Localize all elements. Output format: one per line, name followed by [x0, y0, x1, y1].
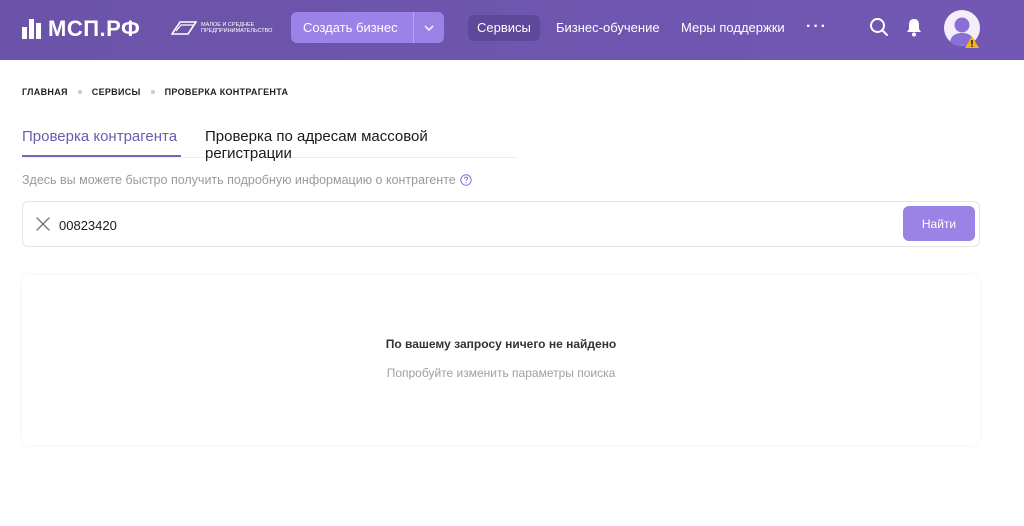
msp-logo[interactable]: МСП.РФ	[22, 16, 140, 42]
empty-result-title: По вашему запросу ничего не найдено	[385, 337, 617, 351]
breadcrumb: ГЛАВНАЯ СЕРВИСЫ ПРОВЕРКА КОНТРАГЕНТА	[22, 87, 288, 97]
tab-counterparty-check[interactable]: Проверка контрагента	[22, 128, 177, 145]
search-icon[interactable]	[868, 16, 890, 38]
nav-item-support-measures[interactable]: Меры поддержки	[681, 20, 785, 36]
chevron-down-icon[interactable]	[414, 12, 444, 43]
breadcrumb-item-services[interactable]: СЕРВИСЫ	[92, 87, 141, 97]
warning-icon	[965, 36, 979, 48]
search-input[interactable]	[59, 215, 899, 235]
flag-icon	[171, 21, 197, 35]
find-button[interactable]: Найти	[903, 206, 975, 241]
create-business-label: Создать бизнес	[303, 20, 398, 35]
logo-text: МСП.РФ	[48, 16, 141, 41]
search-box: Найти	[22, 201, 980, 247]
gov-logo[interactable]: МАЛОЕ И СРЕДНЕЕ ПРЕДПРИНИМАТЕЛЬСТВО	[171, 17, 273, 39]
top-navigation-bar: МСП.РФ МАЛОЕ И СРЕДНЕЕ ПРЕДПРИНИМАТЕЛЬСТ…	[0, 0, 1024, 60]
gov-logo-text: МАЛОЕ И СРЕДНЕЕ ПРЕДПРИНИМАТЕЛЬСТВО	[201, 22, 273, 34]
nav-item-business-education[interactable]: Бизнес-обучение	[556, 20, 660, 36]
logo-bars-icon	[22, 19, 42, 39]
tab-bar: Проверка контрагента Проверка по адресам…	[22, 126, 518, 162]
create-business-button[interactable]: Создать бизнес	[291, 12, 444, 43]
help-icon[interactable]	[460, 174, 472, 186]
nav-item-services[interactable]: Сервисы	[468, 15, 540, 41]
empty-result-subtitle: Попробуйте изменить параметры поиска	[386, 366, 616, 380]
breadcrumb-separator	[150, 90, 155, 94]
active-tab-indicator	[22, 155, 181, 157]
breadcrumb-item-home[interactable]: ГЛАВНАЯ	[22, 87, 68, 97]
tab-mass-registration-check[interactable]: Проверка по адресам массовой регистрации	[205, 128, 518, 162]
hint-label: Здесь вы можете быстро получить подробну…	[22, 173, 456, 187]
more-menu-button[interactable]: ···	[806, 18, 828, 36]
breadcrumb-separator	[77, 90, 82, 94]
close-icon[interactable]	[35, 216, 51, 232]
bell-icon[interactable]	[903, 16, 925, 38]
empty-result-card: По вашему запросу ничего не найдено Попр…	[22, 275, 980, 445]
hint-text: Здесь вы можете быстро получить подробну…	[22, 173, 472, 187]
breadcrumb-item-current: ПРОВЕРКА КОНТРАГЕНТА	[164, 87, 289, 97]
